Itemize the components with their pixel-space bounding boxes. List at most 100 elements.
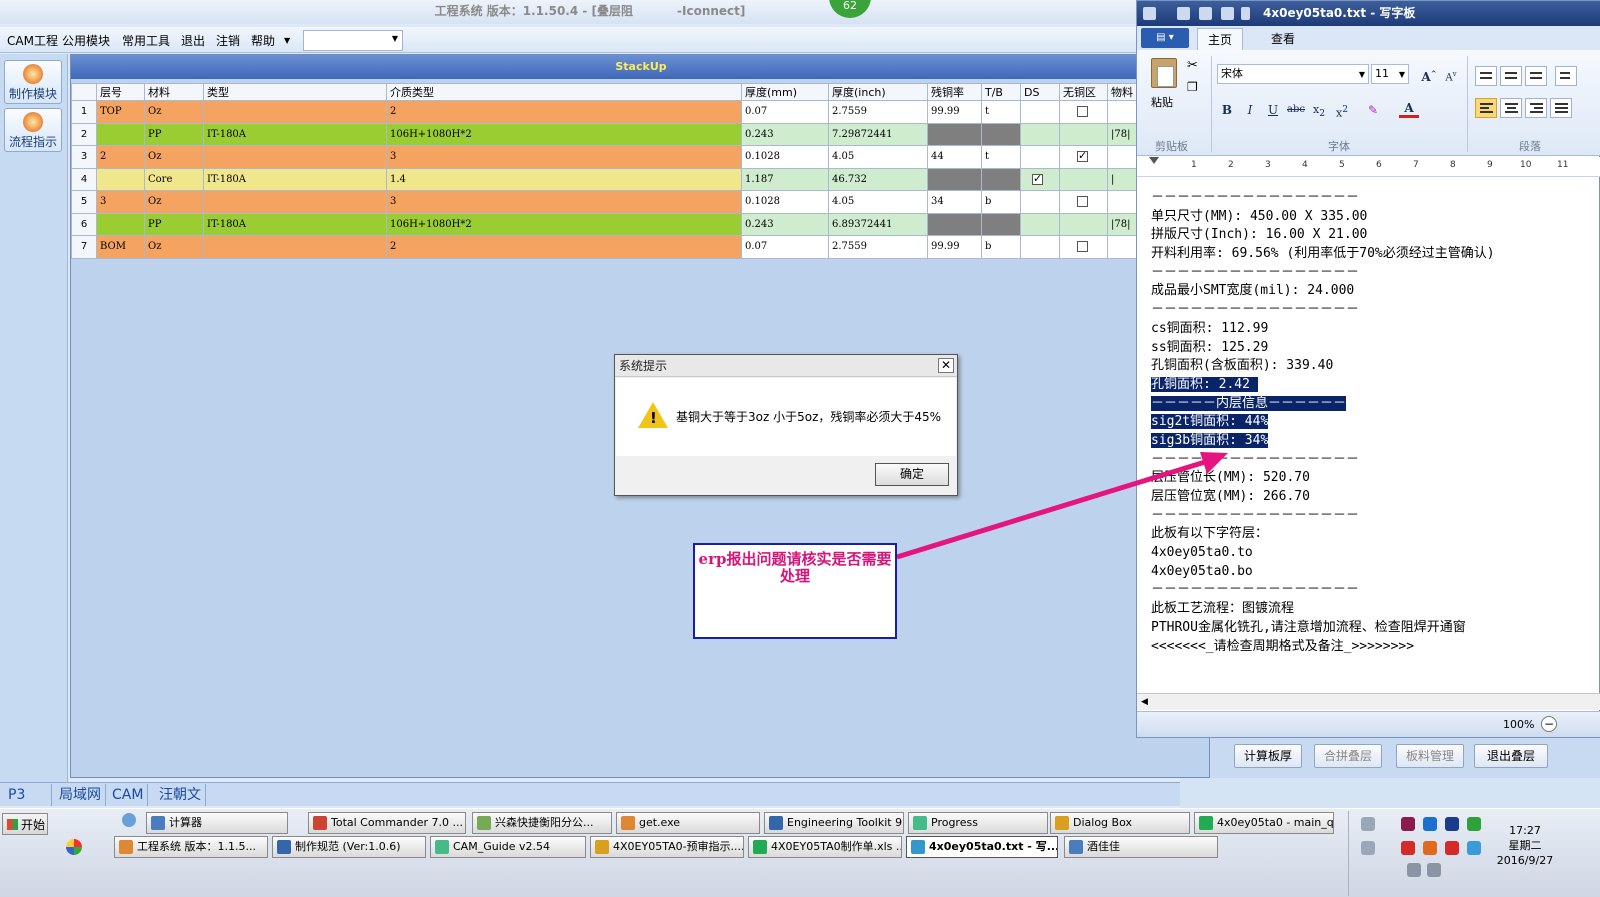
menu-logout[interactable]: 注销 — [216, 32, 240, 49]
cell-thickness-mm[interactable]: 0.1028 — [741, 190, 829, 214]
bluetooth-icon[interactable] — [1445, 817, 1459, 831]
cell-dielectric[interactable]: 106H+1080H*2 — [386, 212, 742, 236]
start-button[interactable]: 开始 — [2, 813, 48, 835]
cell-stock[interactable]: |78| — [1107, 212, 1138, 236]
table-row[interactable]: 3 2 Oz 3 0.1028 4.05 44 t — [71, 145, 1138, 169]
tray-app-icon[interactable] — [1467, 841, 1481, 855]
tab-p3[interactable]: P3 ▼ — [4, 784, 52, 823]
taskbar-button[interactable]: 制作规范 (Ver:1.0.6) — [272, 836, 426, 858]
cell-no-copper[interactable] — [1059, 167, 1108, 191]
cell-layer[interactable]: 2 — [96, 145, 145, 169]
cell-material[interactable]: Oz — [144, 145, 204, 169]
cell-type[interactable] — [203, 235, 387, 259]
cell-thickness-mm[interactable]: 0.243 — [741, 212, 829, 236]
cell-type[interactable] — [203, 100, 387, 124]
ok-button[interactable]: 确定 — [875, 463, 949, 486]
cell-material[interactable]: Oz — [144, 190, 204, 214]
cell-thickness-inch[interactable]: 7.29872441 — [828, 122, 928, 146]
volume-icon[interactable] — [1427, 863, 1441, 877]
cell-tb[interactable] — [981, 122, 1021, 146]
exit-stackup-button[interactable]: 退出叠层 — [1474, 744, 1548, 768]
taskbar-button[interactable]: 酒佳佳 — [1064, 836, 1218, 858]
clock[interactable]: 17:27 星期二 2016/9/27 — [1495, 823, 1555, 868]
column-header[interactable]: 材料 — [144, 83, 204, 101]
table-row[interactable]: 5 3 Oz 3 0.1028 4.05 34 b — [71, 190, 1138, 214]
cell-dielectric[interactable]: 106H+1080H*2 — [386, 122, 742, 146]
tab-lan[interactable]: 局域网 — [55, 784, 106, 806]
column-header[interactable]: 介质类型 — [386, 83, 742, 101]
make-module-button[interactable]: 制作模块 — [4, 60, 62, 104]
cell-thickness-inch[interactable]: 6.89372441 — [828, 212, 928, 236]
column-header[interactable]: 厚度(inch) — [828, 83, 928, 101]
cell-thickness-mm[interactable]: 0.243 — [741, 122, 829, 146]
column-header[interactable]: DS — [1020, 83, 1060, 101]
increase-indent-icon[interactable] — [1500, 66, 1522, 86]
material-manage-button[interactable]: 板料管理 — [1396, 744, 1464, 768]
row-number[interactable]: 7 — [71, 235, 97, 259]
cell-thickness-inch[interactable]: 2.7559 — [828, 100, 928, 124]
bold-icon[interactable]: B — [1217, 100, 1237, 120]
tab-user[interactable]: 汪朝文 — [155, 784, 206, 806]
cell-copper-rate[interactable]: 44 — [927, 145, 982, 169]
cell-type[interactable]: IT-180A — [203, 122, 387, 146]
line-spacing-icon[interactable] — [1555, 66, 1577, 86]
cell-tb[interactable]: b — [981, 235, 1021, 259]
decrease-indent-icon[interactable] — [1475, 66, 1497, 86]
table-row[interactable]: 4 CoreIT-180A1.41.18746.732 | — [71, 167, 1138, 191]
cell-dielectric[interactable]: 3 — [386, 145, 742, 169]
cell-material[interactable]: PP — [144, 122, 204, 146]
save-icon[interactable] — [1177, 7, 1190, 20]
shield-icon[interactable] — [1467, 817, 1481, 831]
cell-layer[interactable]: 3 — [96, 190, 145, 214]
cell-no-copper[interactable] — [1059, 145, 1108, 169]
cell-layer[interactable]: BOM — [96, 235, 145, 259]
taskbar-button[interactable]: Progress — [908, 812, 1048, 834]
taskbar-button[interactable]: 计算器 — [146, 812, 288, 834]
no-copper-checkbox[interactable] — [1077, 106, 1088, 118]
table-row[interactable]: 1 TOP Oz 2 0.07 2.7559 99.99 t — [71, 100, 1138, 124]
row-number[interactable]: 1 — [71, 100, 97, 124]
cell-ds[interactable] — [1020, 100, 1060, 124]
document-text[interactable]: －－－－－－－－－－－－－－－－ 单只尺寸(MM): 450.00 X 335.0… — [1151, 189, 1599, 656]
cell-material[interactable]: Core — [144, 167, 204, 191]
cell-stock[interactable]: | — [1107, 167, 1138, 191]
column-header[interactable]: T/B — [981, 83, 1021, 101]
row-number[interactable]: 4 — [71, 167, 97, 191]
taskbar-button[interactable]: 4X0EY05TA0-预审指示.... — [590, 836, 744, 858]
cell-no-copper[interactable] — [1059, 122, 1108, 146]
column-header[interactable]: 厚度(mm) — [741, 83, 829, 101]
subscript-icon[interactable]: x2 — [1309, 100, 1329, 120]
cell-copper-rate[interactable] — [927, 122, 982, 146]
cell-stock[interactable] — [1107, 190, 1138, 214]
list-icon[interactable] — [1525, 66, 1547, 86]
menu-common-tools[interactable]: 常用工具 — [122, 32, 170, 49]
cell-layer[interactable]: TOP — [96, 100, 145, 124]
cell-ds[interactable] — [1020, 212, 1060, 236]
italic-icon[interactable]: I — [1240, 100, 1260, 120]
font-color-icon[interactable]: A — [1399, 100, 1419, 118]
column-header[interactable]: 无铜区 — [1059, 83, 1108, 101]
no-copper-checkbox[interactable] — [1077, 241, 1088, 253]
cell-thickness-inch[interactable]: 2.7559 — [828, 235, 928, 259]
cell-material[interactable]: Oz — [144, 235, 204, 259]
cell-tb[interactable] — [981, 167, 1021, 191]
tray-app-icon[interactable] — [1423, 817, 1437, 831]
cell-copper-rate[interactable]: 99.99 — [927, 235, 982, 259]
cell-copper-rate[interactable] — [927, 212, 982, 236]
customize-icon[interactable] — [1241, 7, 1250, 20]
shrink-font-icon[interactable]: Av — [1441, 64, 1461, 84]
font-size-combo[interactable]: 11 ▼ — [1371, 64, 1409, 84]
quick-launch-icon[interactable] — [66, 839, 82, 855]
taskbar-button[interactable]: CAM_Guide v2.54 — [430, 836, 586, 858]
merge-stackup-button[interactable]: 合拼叠层 — [1314, 744, 1382, 768]
menu-combo-box[interactable]: ▼ — [303, 30, 403, 51]
taskbar-button[interactable]: Engineering Toolkit 9.... — [764, 812, 904, 834]
cell-thickness-inch[interactable]: 46.732 — [828, 167, 928, 191]
cell-type[interactable] — [203, 190, 387, 214]
taskbar-button[interactable]: 4X0EY05TA0制作单.xls ... — [748, 836, 902, 858]
menu-overflow-icon[interactable]: ▼ — [284, 36, 290, 45]
highlight-icon[interactable]: ✎ — [1363, 100, 1383, 120]
cell-tb[interactable]: t — [981, 145, 1021, 169]
underline-icon[interactable]: U — [1263, 100, 1283, 120]
cell-stock[interactable] — [1107, 235, 1138, 259]
